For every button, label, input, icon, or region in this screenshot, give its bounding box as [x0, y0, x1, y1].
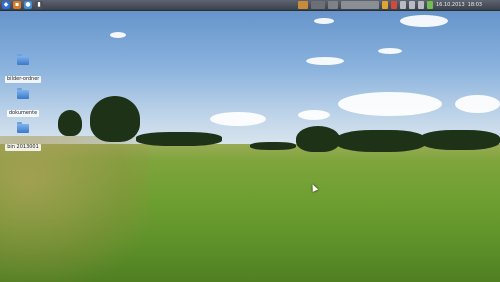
update-icon[interactable] [382, 1, 388, 9]
cloud [338, 92, 442, 116]
cloud [455, 95, 500, 113]
folder-icon [17, 54, 29, 65]
date-label[interactable]: 16.10.2013 [436, 1, 465, 9]
cloud [314, 18, 334, 24]
desktop-icon-label: bilder-ordner [5, 76, 42, 83]
volume-icon[interactable] [400, 1, 406, 9]
file-manager-icon[interactable]: ▪ [13, 1, 21, 9]
web-browser-icon[interactable]: ● [24, 1, 32, 9]
desktop-wallpaper [0, 0, 500, 282]
system-tray: 16.10.2013 18:03 [298, 1, 482, 9]
cloud [378, 48, 402, 54]
dry-grass [0, 136, 150, 282]
top-panel: ◆ ▪ ● ▮ 16.10.2013 18:03 [0, 0, 500, 11]
clock[interactable]: 18:03 [468, 1, 482, 9]
alert-icon[interactable] [391, 1, 397, 9]
start-menu-icon[interactable]: ◆ [2, 1, 10, 9]
cloud [110, 32, 126, 38]
desktop-icon-label: dokumente [6, 110, 40, 117]
folder-icon [17, 88, 29, 99]
desktop-icon[interactable]: dokumente [5, 88, 41, 118]
bluetooth-icon[interactable] [409, 1, 415, 9]
panel-launchers: ◆ ▪ ● ▮ [2, 1, 43, 9]
terminal-icon[interactable]: ▮ [35, 1, 43, 9]
desktop-icon-label: bin 2013001 [5, 144, 41, 151]
network-monitor-icon[interactable] [328, 1, 338, 9]
cloud [400, 15, 448, 27]
folder-icon [17, 122, 29, 133]
cloud [210, 112, 266, 126]
cpu-monitor-icon[interactable] [311, 1, 325, 9]
cloud [306, 57, 344, 65]
desktop-icon[interactable]: bin 2013001 [5, 122, 41, 152]
battery-icon[interactable] [427, 1, 433, 9]
system-monitor-icon[interactable] [341, 1, 379, 9]
desktop-icon[interactable]: bilder-ordner [5, 54, 42, 84]
wifi-icon[interactable] [418, 1, 424, 9]
app-icon[interactable] [298, 1, 308, 9]
cloud [298, 110, 330, 120]
